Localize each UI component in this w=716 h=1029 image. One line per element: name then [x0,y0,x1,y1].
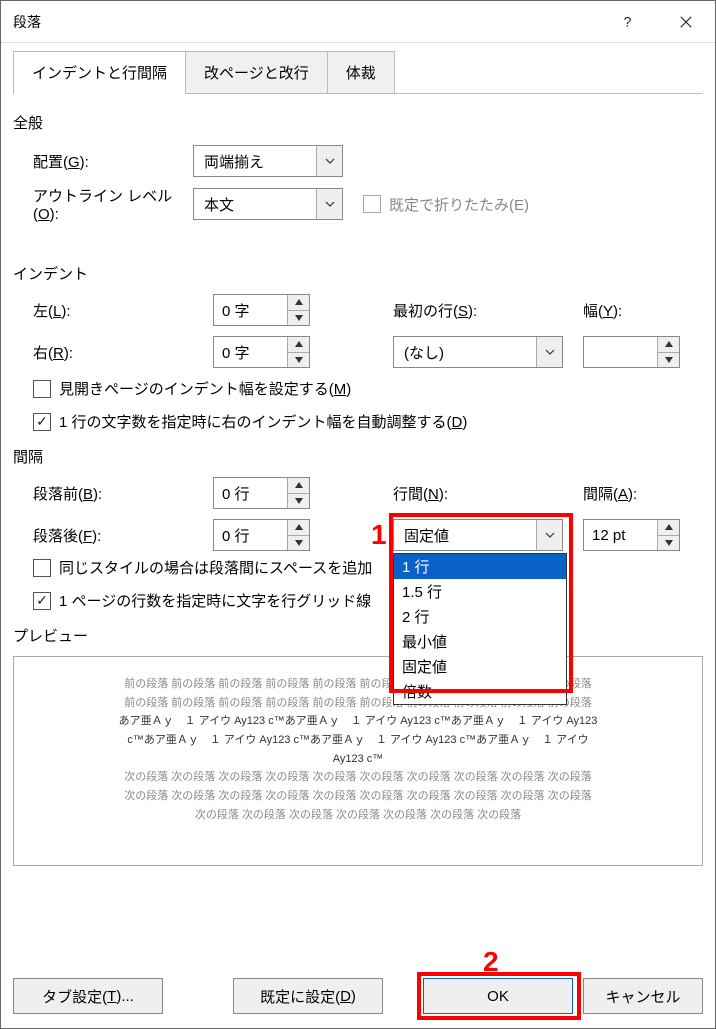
left-spinner[interactable]: 0 字 [213,294,310,326]
preview-box: 前の段落 前の段落 前の段落 前の段落 前の段落 前の段落 前の段落 前の段落 … [13,656,703,866]
mirror-indent-checkbox[interactable]: 見開きページのインデント幅を設定する(M) [13,372,703,405]
checkbox-icon [33,380,51,398]
option-1-5-line[interactable]: 1.5 行 [394,579,566,604]
spinner-arrows[interactable] [657,520,679,550]
option-multiple[interactable]: 倍数 [394,679,566,704]
annotation-2: 2 [483,946,499,978]
section-general: 全般 [13,112,703,133]
help-button[interactable]: ? [599,1,657,43]
chevron-down-icon [316,146,342,176]
alignment-value: 両端揃え [194,151,316,172]
set-default-button[interactable]: 既定に設定(D) [233,978,383,1014]
alignment-select[interactable]: 両端揃え [193,145,343,177]
label-outline: アウトライン レベル(O): [13,185,193,223]
collapse-default-checkbox: 既定で折りたたみ(E) [363,194,529,215]
chevron-down-icon [536,520,562,550]
option-min[interactable]: 最小値 [394,629,566,654]
checkbox-checked-icon: ✓ [33,413,51,431]
after-spinner[interactable]: 0 行 [213,519,310,551]
at-spinner[interactable]: 12 pt [583,519,680,551]
label-at: 間隔(A): [583,483,703,504]
close-button[interactable] [657,1,715,43]
outline-value: 本文 [194,194,316,215]
cancel-button[interactable]: キャンセル [583,978,703,1014]
label-before: 段落前(B): [13,483,213,504]
option-1-line[interactable]: 1 行 [394,554,566,579]
tab-settings-button[interactable]: タブ設定(T)... [13,978,163,1014]
section-preview: プレビュー [13,625,703,646]
tab-strip: インデントと行間隔 改ページと改行 体裁 [13,51,703,94]
label-linespace: 行間(N): [393,483,583,504]
tab-page-break[interactable]: 改ページと改行 [185,51,328,93]
checkbox-icon [363,195,381,213]
label-after: 段落後(F): [13,525,213,546]
row-outline: アウトライン レベル(O): 本文 既定で折りたたみ(E) [13,185,703,223]
linespace-select[interactable]: 固定値 [393,519,563,551]
spinner-arrows[interactable] [657,337,679,367]
same-style-checkbox[interactable]: 同じスタイルの場合は段落間にスペースを追加 [13,551,703,584]
label-alignment: 配置(G): [13,151,193,172]
indent-grid: 左(L): 0 字 最初の行(S): 幅(Y): 右(R): 0 字 [13,294,703,368]
chevron-down-icon [316,189,342,219]
section-indent: インデント [13,263,703,284]
snap-grid-checkbox[interactable]: ✓ 1 ページの行数を指定時に文字を行グリッド線 [13,584,703,617]
label-left: 左(L): [13,300,213,321]
tab-asian-layout[interactable]: 体裁 [327,51,395,93]
svg-text:?: ? [624,15,632,29]
label-width: 幅(Y): [583,300,703,321]
ok-button[interactable]: OK [423,978,573,1014]
footer: タブ設定(T)... 既定に設定(D) 2 OK キャンセル [1,966,715,1028]
tab-indent-spacing[interactable]: インデントと行間隔 [13,51,186,93]
spinner-arrows[interactable] [287,337,309,367]
spacing-wrapper: 段落前(B): 0 行 行間(N): 間隔(A): 段落後( [13,477,703,551]
chevron-down-icon [536,337,562,367]
label-right: 右(R): [13,342,213,363]
linespace-dropdown-list[interactable]: 1 行 1.5 行 2 行 最小値 固定値 倍数 [393,553,567,705]
spinner-arrows[interactable] [287,478,309,508]
titlebar: 段落 ? [1,1,715,43]
before-spinner[interactable]: 0 行 [213,477,310,509]
firstline-select[interactable]: (なし) [393,336,563,368]
option-2-line[interactable]: 2 行 [394,604,566,629]
right-spinner[interactable]: 0 字 [213,336,310,368]
width-spinner[interactable] [583,336,680,368]
window-title: 段落 [13,12,599,32]
paragraph-dialog: 段落 ? インデントと行間隔 改ページと改行 体裁 全般 配置(G): 両端揃え [0,0,716,1029]
outline-select[interactable]: 本文 [193,188,343,220]
content-area: インデントと行間隔 改ページと改行 体裁 全般 配置(G): 両端揃え アウトラ… [1,43,715,966]
spinner-arrows[interactable] [287,520,309,550]
label-firstline: 最初の行(S): [393,300,583,321]
row-alignment: 配置(G): 両端揃え [13,143,703,179]
annotation-1: 1 [371,519,387,551]
option-fixed[interactable]: 固定値 [394,654,566,679]
checkbox-icon [33,559,51,577]
spinner-arrows[interactable] [287,295,309,325]
auto-indent-checkbox[interactable]: ✓ 1 行の文字数を指定時に右のインデント幅を自動調整する(D) [13,405,703,438]
section-spacing: 間隔 [13,446,703,467]
checkbox-checked-icon: ✓ [33,592,51,610]
spacing-grid: 段落前(B): 0 行 行間(N): 間隔(A): 段落後( [13,477,703,551]
